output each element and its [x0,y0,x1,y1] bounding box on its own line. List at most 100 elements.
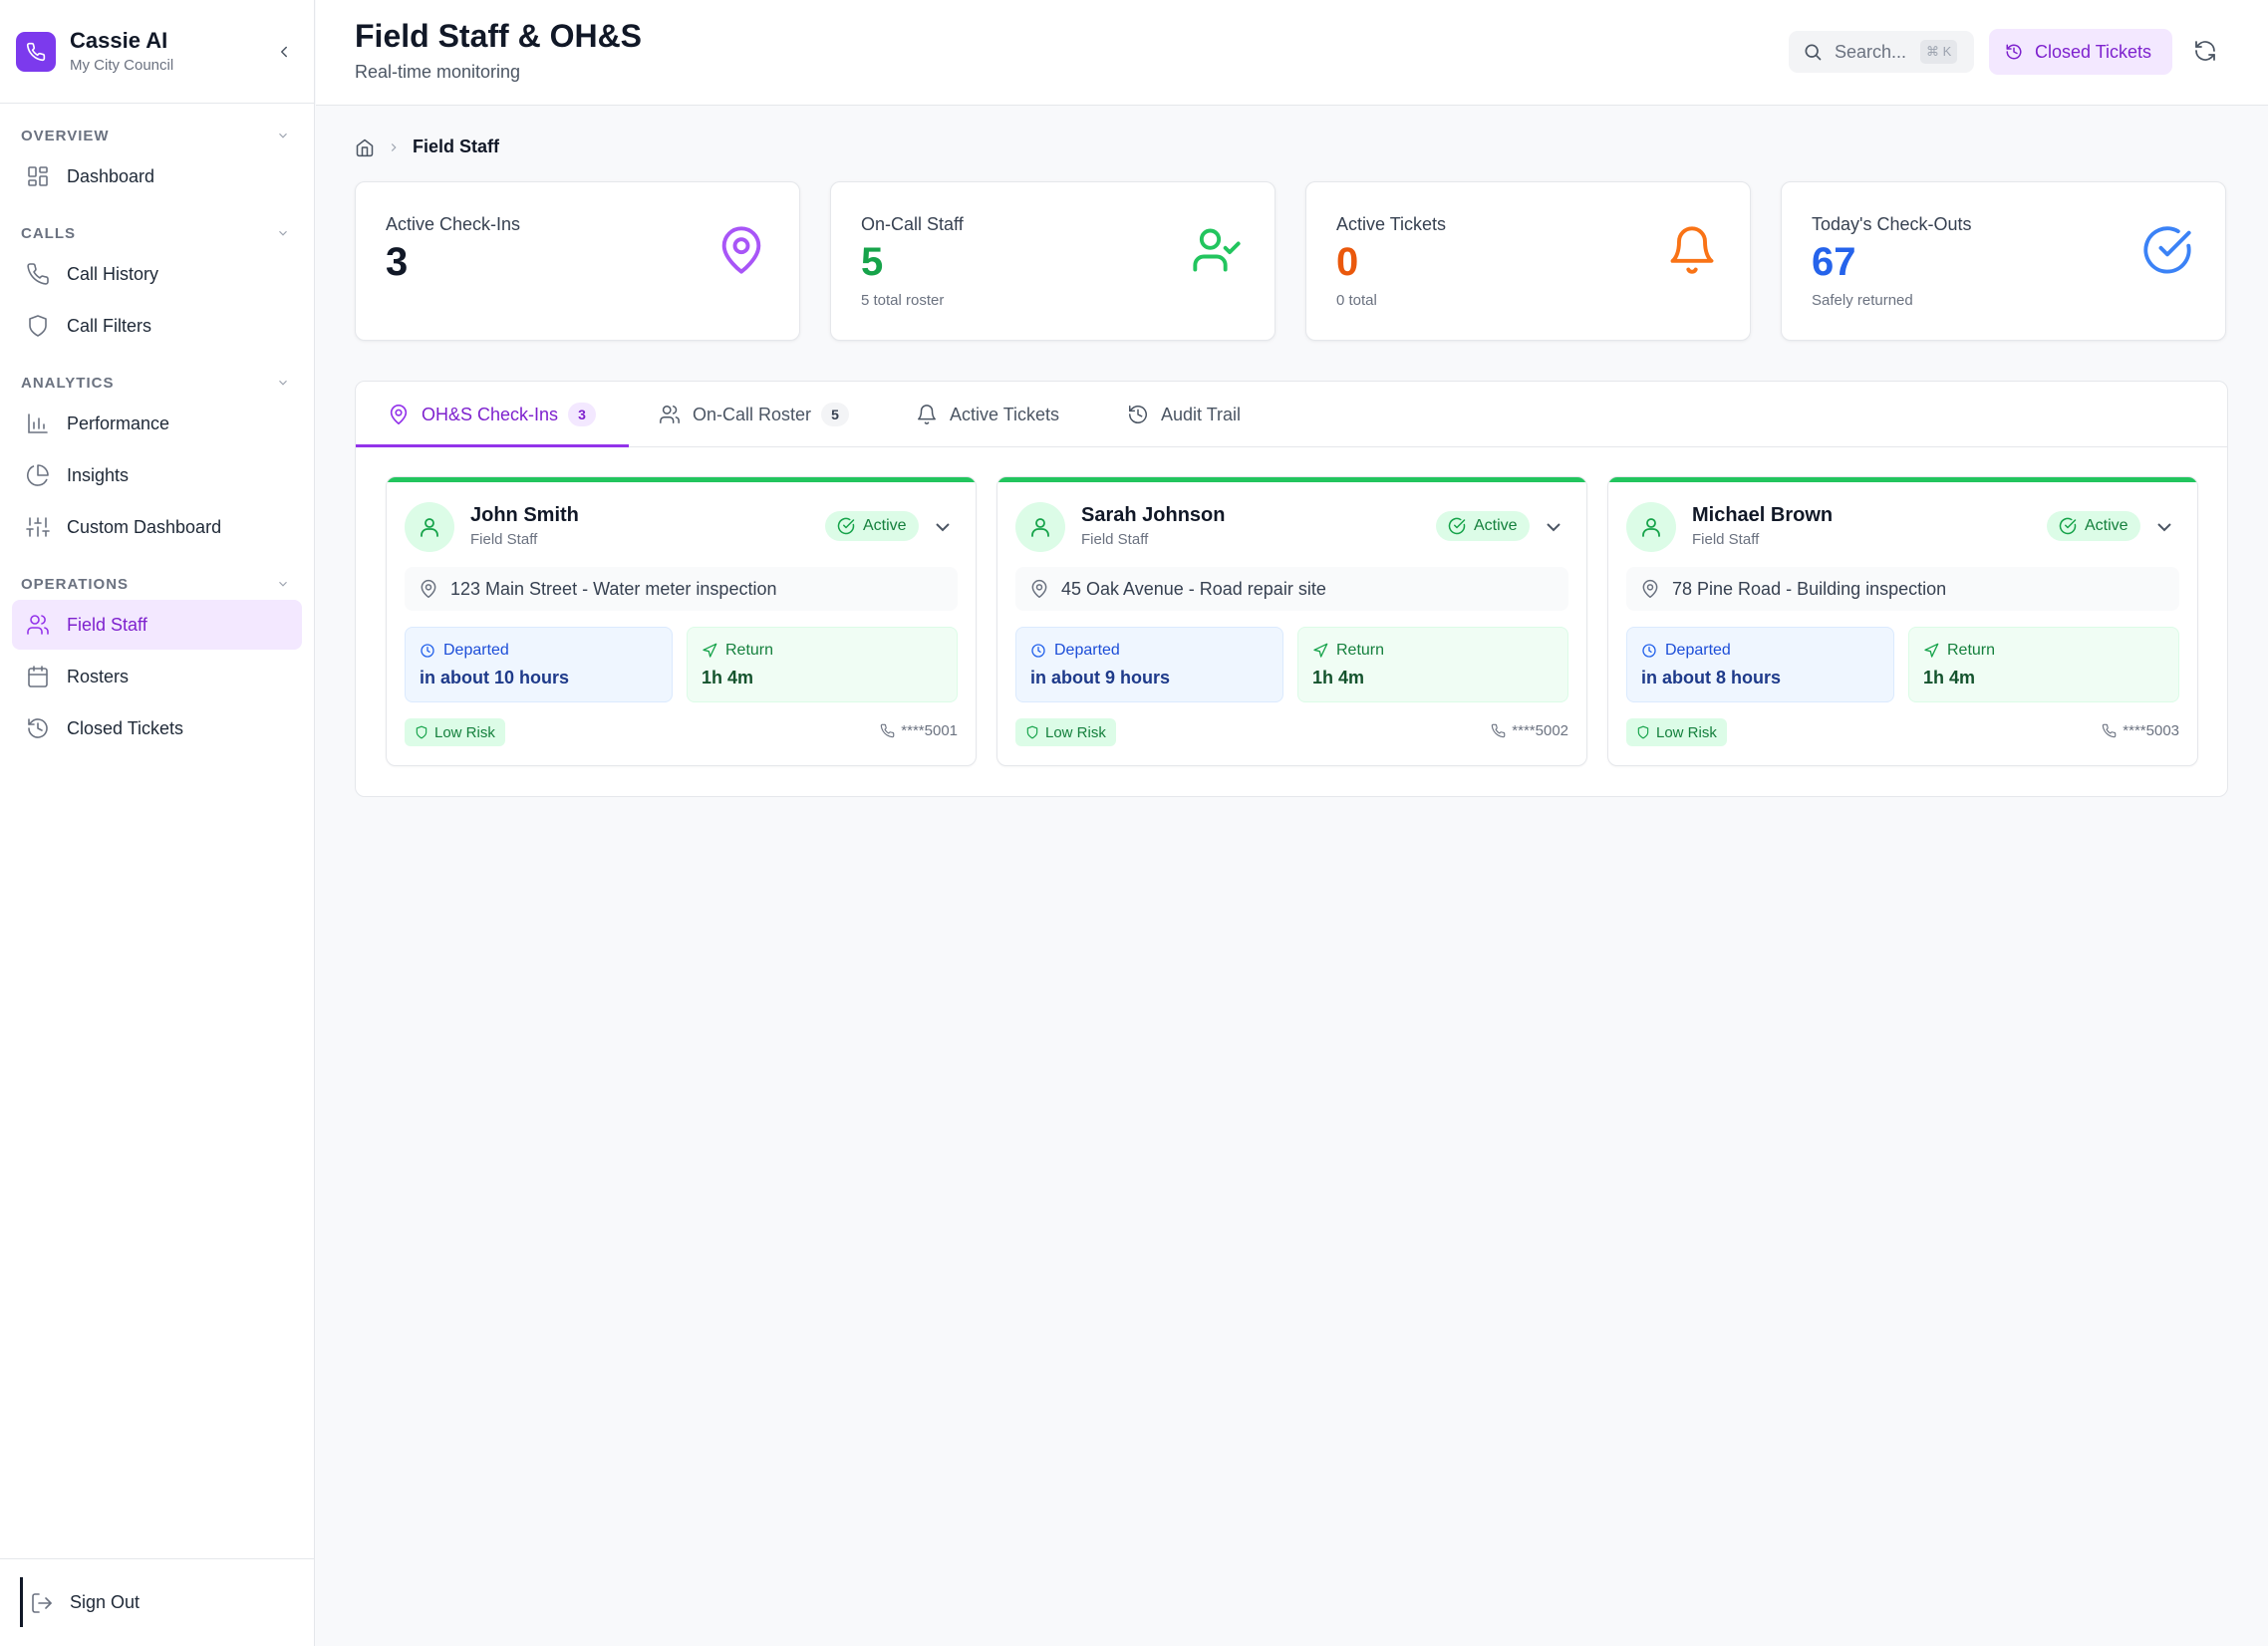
chevron-down-icon [279,380,287,386]
location-row: 45 Oak Avenue - Road repair site [1015,567,1568,611]
sidebar-item-label: Insights [67,464,130,485]
tab-audit-trail[interactable]: Audit Trail [1127,382,1241,447]
return-box: Return 1h 4m [1297,627,1568,702]
stat-label: Today's Check-Outs [1812,214,1972,234]
status-label: Active [863,517,907,534]
user-icon [1642,518,1660,537]
log-out-icon [32,1592,52,1613]
return-box: Return 1h 4m [687,627,958,702]
departed-value: in about 8 hours [1641,668,1782,687]
sidebar-item-custom-dashboard[interactable]: Custom Dashboard [12,502,302,552]
map-pin-icon [1031,579,1047,599]
pie-chart-icon [27,464,49,486]
section-overview[interactable]: OVERVIEW [0,122,314,149]
section-label: CALLS [21,224,76,242]
return-value: 1h 4m [1923,668,1976,687]
shield-icon [1026,725,1038,739]
org-name: My City Council [70,56,174,74]
divider [20,1577,23,1627]
status-badge: Active [1436,511,1530,541]
closed-tickets-button[interactable]: Closed Tickets [1989,29,2172,75]
stat-subtext: Safely returned [1812,292,1913,309]
sidebar-item-label: Rosters [67,666,130,686]
navigation-icon [1924,643,1939,658]
phone-icon [26,42,46,61]
sidebar-item-field-staff[interactable]: Field Staff [12,600,302,650]
phone-icon [1492,723,1506,738]
section-calls[interactable]: CALLS [0,219,314,247]
sidebar-item-performance[interactable]: Performance [12,399,302,448]
location-text: 45 Oak Avenue - Road repair site [1061,578,1326,599]
risk-label: Low Risk [434,723,495,741]
tab-label: On-Call Roster [693,404,812,424]
checkins-panel: OH&S Check-Ins 3 On-Call Roster 5 Active… [355,381,2228,797]
keyboard-shortcut: ⌘ K [1920,40,1958,64]
chevron-down-icon[interactable] [2152,515,2176,539]
stat-card-active-checkins: Active Check-Ins 3 [355,181,800,341]
stat-label: Active Check-Ins [386,214,521,234]
location-row: 78 Pine Road - Building inspection [1626,567,2179,611]
section-operations[interactable]: OPERATIONS [0,570,314,598]
sign-out-button[interactable]: Sign Out [0,1558,315,1646]
refresh-button[interactable] [2190,36,2220,66]
stat-value: 67 [1812,240,1856,284]
departed-label: Departed [443,642,509,659]
user-icon [421,518,438,537]
sidebar-item-insights[interactable]: Insights [12,450,302,500]
breadcrumb-current: Field Staff [413,137,500,156]
shield-icon [1637,725,1649,739]
chevron-down-icon[interactable] [931,515,955,539]
return-box: Return 1h 4m [1908,627,2179,702]
stat-card-active-tickets: Active Tickets 0 0 total [1305,181,1751,341]
sign-out-label: Sign Out [70,1592,141,1612]
chevron-down-icon[interactable] [1542,515,1565,539]
staff-name: Sarah Johnson [1081,504,1226,526]
checkin-card[interactable]: Michael Brown Field Staff Active 78 Pine… [1607,476,2198,766]
phone-icon [2103,723,2117,738]
sidebar-item-call-filters[interactable]: Call Filters [12,301,302,351]
sidebar-item-label: Closed Tickets [67,717,184,738]
sidebar-item-dashboard[interactable]: Dashboard [12,151,302,201]
phone-number[interactable]: ****5003 [2102,722,2179,739]
stat-label: Active Tickets [1336,214,1447,234]
sidebar: Cassie AI My City Council OVERVIEW Dashb… [0,0,315,1646]
tab-active-tickets[interactable]: Active Tickets [916,382,1059,447]
phone-number[interactable]: ****5001 [880,722,958,739]
risk-badge: Low Risk [405,718,505,746]
stat-card-todays-checkouts: Today's Check-Outs 67 Safely returned [1781,181,2226,341]
tab-ohs-check-ins[interactable]: OH&S Check-Ins 3 [388,382,597,447]
section-analytics[interactable]: ANALYTICS [0,369,314,397]
staff-role: Field Staff [470,531,538,548]
check-circle-icon [1448,517,1466,535]
phone-number[interactable]: ****5002 [1491,722,1568,739]
sidebar-item-rosters[interactable]: Rosters [12,652,302,701]
status-label: Active [2085,517,2128,534]
bell-icon [1670,226,1714,274]
navigation-icon [1313,643,1328,658]
tab-on-call-roster[interactable]: On-Call Roster 5 [659,382,850,447]
phone-text: ****5003 [2123,722,2179,739]
home-icon[interactable] [355,137,375,157]
phone-icon [881,723,895,738]
stat-label: On-Call Staff [861,214,964,234]
sidebar-item-call-history[interactable]: Call History [12,249,302,299]
active-tab-indicator [356,444,629,447]
phone-icon [27,263,49,285]
location-text: 78 Pine Road - Building inspection [1672,578,1947,599]
sidebar-item-label: Field Staff [67,614,147,635]
search-placeholder: Search... [1835,41,1907,62]
status-badge: Active [2047,511,2140,541]
section-label: ANALYTICS [21,374,115,392]
sidebar-item-label: Performance [67,412,170,433]
clock-icon [1031,644,1045,658]
collapse-sidebar-button[interactable] [270,38,298,66]
check-circle-icon [2059,517,2077,535]
phone-text: ****5001 [901,722,958,739]
map-pin-icon [1642,579,1658,599]
sidebar-item-closed-tickets[interactable]: Closed Tickets [12,703,302,753]
search-input[interactable]: Search... ⌘ K [1789,31,1974,73]
shield-icon [416,725,427,739]
app-name: Cassie AI [70,27,168,53]
checkin-card[interactable]: John Smith Field Staff Active 123 Main S… [386,476,977,766]
checkin-card[interactable]: Sarah Johnson Field Staff Active 45 Oak … [996,476,1587,766]
